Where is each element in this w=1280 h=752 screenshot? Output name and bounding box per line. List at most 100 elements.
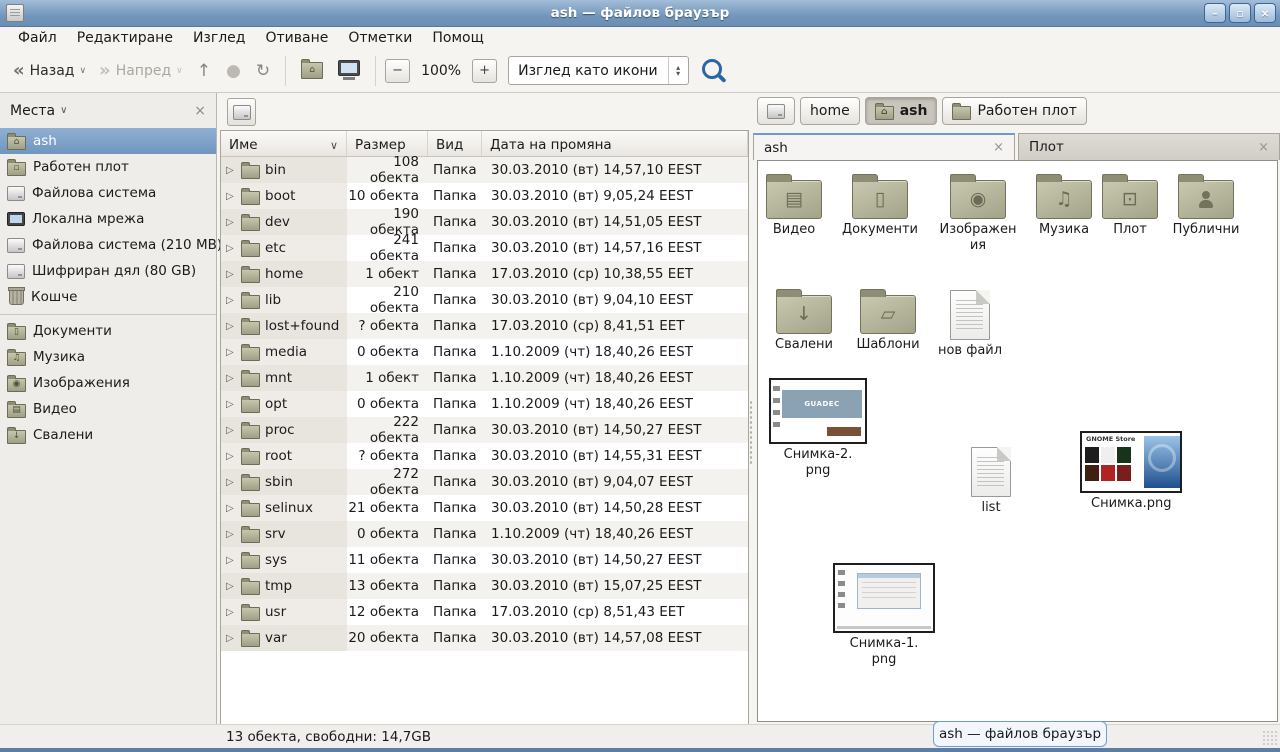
icon-view-item[interactable]: ⊡Плот: [1098, 171, 1162, 238]
sidebar-title[interactable]: Места: [10, 103, 55, 119]
sidebar-item[interactable]: Кошче: [0, 284, 216, 310]
sidebar-item[interactable]: ♫Музика: [0, 344, 216, 370]
table-row[interactable]: ▷root? обектаПапка30.03.2010 (вт) 14,55,…: [221, 443, 748, 469]
icon-view-item[interactable]: ▯Документи: [838, 171, 922, 238]
view-mode-select[interactable]: Изглед като икони ▴ ▾: [508, 56, 689, 85]
expander-icon[interactable]: ▷: [226, 607, 236, 618]
sidebar-item[interactable]: Файлова система: [0, 180, 216, 206]
sidebar-item[interactable]: ↓Свалени: [0, 422, 216, 448]
expander-icon[interactable]: ▷: [226, 269, 236, 280]
expander-icon[interactable]: ▷: [226, 373, 236, 384]
back-button[interactable]: « Назад ∨: [8, 59, 91, 83]
stop-button[interactable]: ●: [220, 59, 247, 83]
up-button[interactable]: ↑: [191, 59, 217, 83]
table-row[interactable]: ▷srv0 обектаПапка1.10.2009 (чт) 18,40,26…: [221, 521, 748, 547]
menu-item[interactable]: Отметки: [338, 28, 422, 48]
tab[interactable]: Плот×: [1018, 133, 1280, 160]
icon-view-item[interactable]: Публични: [1166, 171, 1246, 238]
search-icon[interactable]: [702, 59, 722, 79]
column-header-size[interactable]: Размер: [347, 131, 428, 156]
pane-location-button[interactable]: [227, 98, 256, 126]
column-header-date[interactable]: Дата на промяна: [482, 131, 748, 156]
close-button[interactable]: ×: [1254, 3, 1276, 23]
icon-view-item[interactable]: GNOME StoreСнимка.png: [1079, 431, 1183, 512]
home-button[interactable]: ⌂: [301, 62, 323, 79]
icon-view-item[interactable]: ▤Видео: [757, 171, 832, 238]
icon-view-item[interactable]: ◉Изображен ия: [938, 171, 1018, 253]
expander-icon[interactable]: ▷: [226, 321, 236, 332]
close-icon[interactable]: ×: [993, 140, 1004, 155]
icon-view-item[interactable]: list: [955, 443, 1027, 516]
forward-button[interactable]: » Напред ∨: [94, 59, 188, 83]
expander-icon[interactable]: ▷: [226, 555, 236, 566]
table-row[interactable]: ▷var20 обектаПапка30.03.2010 (вт) 14,57,…: [221, 625, 748, 651]
sidebar-item[interactable]: Локална мрежа: [0, 206, 216, 232]
menu-item[interactable]: Файл: [8, 28, 67, 48]
sidebar-item[interactable]: Файлова система (210 MB): [0, 232, 216, 258]
expander-icon[interactable]: ▷: [226, 581, 236, 592]
table-row[interactable]: ▷usr12 обектаПапка17.03.2010 (ср) 8,51,4…: [221, 599, 748, 625]
icon-view-item[interactable]: GUADECСнимка-2. png: [766, 378, 870, 478]
column-header-type[interactable]: Вид: [428, 131, 482, 156]
sidebar-item[interactable]: ▤Видео: [0, 396, 216, 422]
table-row[interactable]: ▷bin108 обектаПапка30.03.2010 (вт) 14,57…: [221, 157, 748, 183]
table-row[interactable]: ▷media0 обектаПапка1.10.2009 (чт) 18,40,…: [221, 339, 748, 365]
expander-icon[interactable]: ▷: [226, 399, 236, 410]
sidebar-item[interactable]: ◉Изображения: [0, 370, 216, 396]
tab[interactable]: ash×: [753, 133, 1015, 160]
back-dropdown-icon[interactable]: ∨: [79, 66, 86, 76]
close-icon[interactable]: ×: [1258, 140, 1269, 155]
expander-icon[interactable]: ▷: [226, 451, 236, 462]
pathbar-button[interactable]: ⌂ash: [865, 97, 938, 125]
expander-icon[interactable]: ▷: [226, 503, 236, 514]
expander-icon[interactable]: ▷: [226, 243, 236, 254]
pathbar-button[interactable]: home: [800, 97, 860, 125]
icon-view-item[interactable]: нов файл: [932, 286, 1008, 359]
table-row[interactable]: ▷sbin272 обектаПапка30.03.2010 (вт) 9,04…: [221, 469, 748, 495]
table-row[interactable]: ▷home1 обектПапка17.03.2010 (ср) 10,38,5…: [221, 261, 748, 287]
table-row[interactable]: ▷selinux21 обектаПапка30.03.2010 (вт) 14…: [221, 495, 748, 521]
table-row[interactable]: ▷opt0 обектаПапка1.10.2009 (чт) 18,40,26…: [221, 391, 748, 417]
table-row[interactable]: ▷mnt1 обектПапка1.10.2009 (чт) 18,40,26 …: [221, 365, 748, 391]
table-row[interactable]: ▷tmp13 обектаПапка30.03.2010 (вт) 15,07,…: [221, 573, 748, 599]
expander-icon[interactable]: ▷: [226, 191, 236, 202]
sidebar-item[interactable]: ▫Работен плот: [0, 154, 216, 180]
pathbar-button[interactable]: Работен плот: [942, 97, 1086, 125]
menu-item[interactable]: Отиване: [255, 28, 338, 48]
zoom-out-button[interactable]: −: [385, 59, 410, 83]
expander-icon[interactable]: ▷: [226, 295, 236, 306]
sidebar-close-icon[interactable]: ×: [194, 103, 206, 119]
icon-view-item[interactable]: ♫Музика: [1022, 171, 1106, 238]
sidebar-item[interactable]: ⌂ash: [0, 128, 216, 154]
sidebar-item[interactable]: Шифриран дял (80 GB): [0, 258, 216, 284]
table-row[interactable]: ▷proc222 обектаПапка30.03.2010 (вт) 14,5…: [221, 417, 748, 443]
column-header-name[interactable]: Име ∨: [221, 131, 347, 156]
expander-icon[interactable]: ▷: [226, 633, 236, 644]
table-row[interactable]: ▷sys11 обектаПапка30.03.2010 (вт) 14,50,…: [221, 547, 748, 573]
expander-icon[interactable]: ▷: [226, 425, 236, 436]
expander-icon[interactable]: ▷: [226, 217, 236, 228]
resize-grip[interactable]: [1262, 730, 1278, 746]
table-row[interactable]: ▷lib210 обектаПапка30.03.2010 (вт) 9,04,…: [221, 287, 748, 313]
table-row[interactable]: ▷lost+found? обектаПапка17.03.2010 (ср) …: [221, 313, 748, 339]
expander-icon[interactable]: ▷: [226, 477, 236, 488]
pathbar-button[interactable]: [757, 97, 795, 125]
maximize-button[interactable]: ▫: [1229, 3, 1251, 23]
expander-icon[interactable]: ▷: [226, 347, 236, 358]
zoom-in-button[interactable]: +: [472, 59, 497, 83]
reload-button[interactable]: ↻: [250, 59, 276, 83]
minimize-button[interactable]: –: [1204, 3, 1226, 23]
expander-icon[interactable]: ▷: [226, 529, 236, 540]
sidebar-chevron-icon[interactable]: ∨: [60, 105, 67, 116]
pane-splitter[interactable]: [749, 400, 753, 466]
computer-button[interactable]: [338, 60, 360, 76]
stepper-icon[interactable]: ▴ ▾: [668, 57, 688, 84]
menu-item[interactable]: Помощ: [422, 28, 493, 48]
sidebar-item[interactable]: ▯Документи: [0, 318, 216, 344]
menu-item[interactable]: Изглед: [183, 28, 256, 48]
icon-view-item[interactable]: ↓Свалени: [766, 286, 842, 353]
table-row[interactable]: ▷etc241 обектаПапка30.03.2010 (вт) 14,57…: [221, 235, 748, 261]
icon-view-item[interactable]: Снимка-1. png: [832, 563, 936, 667]
expander-icon[interactable]: ▷: [226, 165, 236, 176]
table-row[interactable]: ▷dev190 обектаПапка30.03.2010 (вт) 14,51…: [221, 209, 748, 235]
